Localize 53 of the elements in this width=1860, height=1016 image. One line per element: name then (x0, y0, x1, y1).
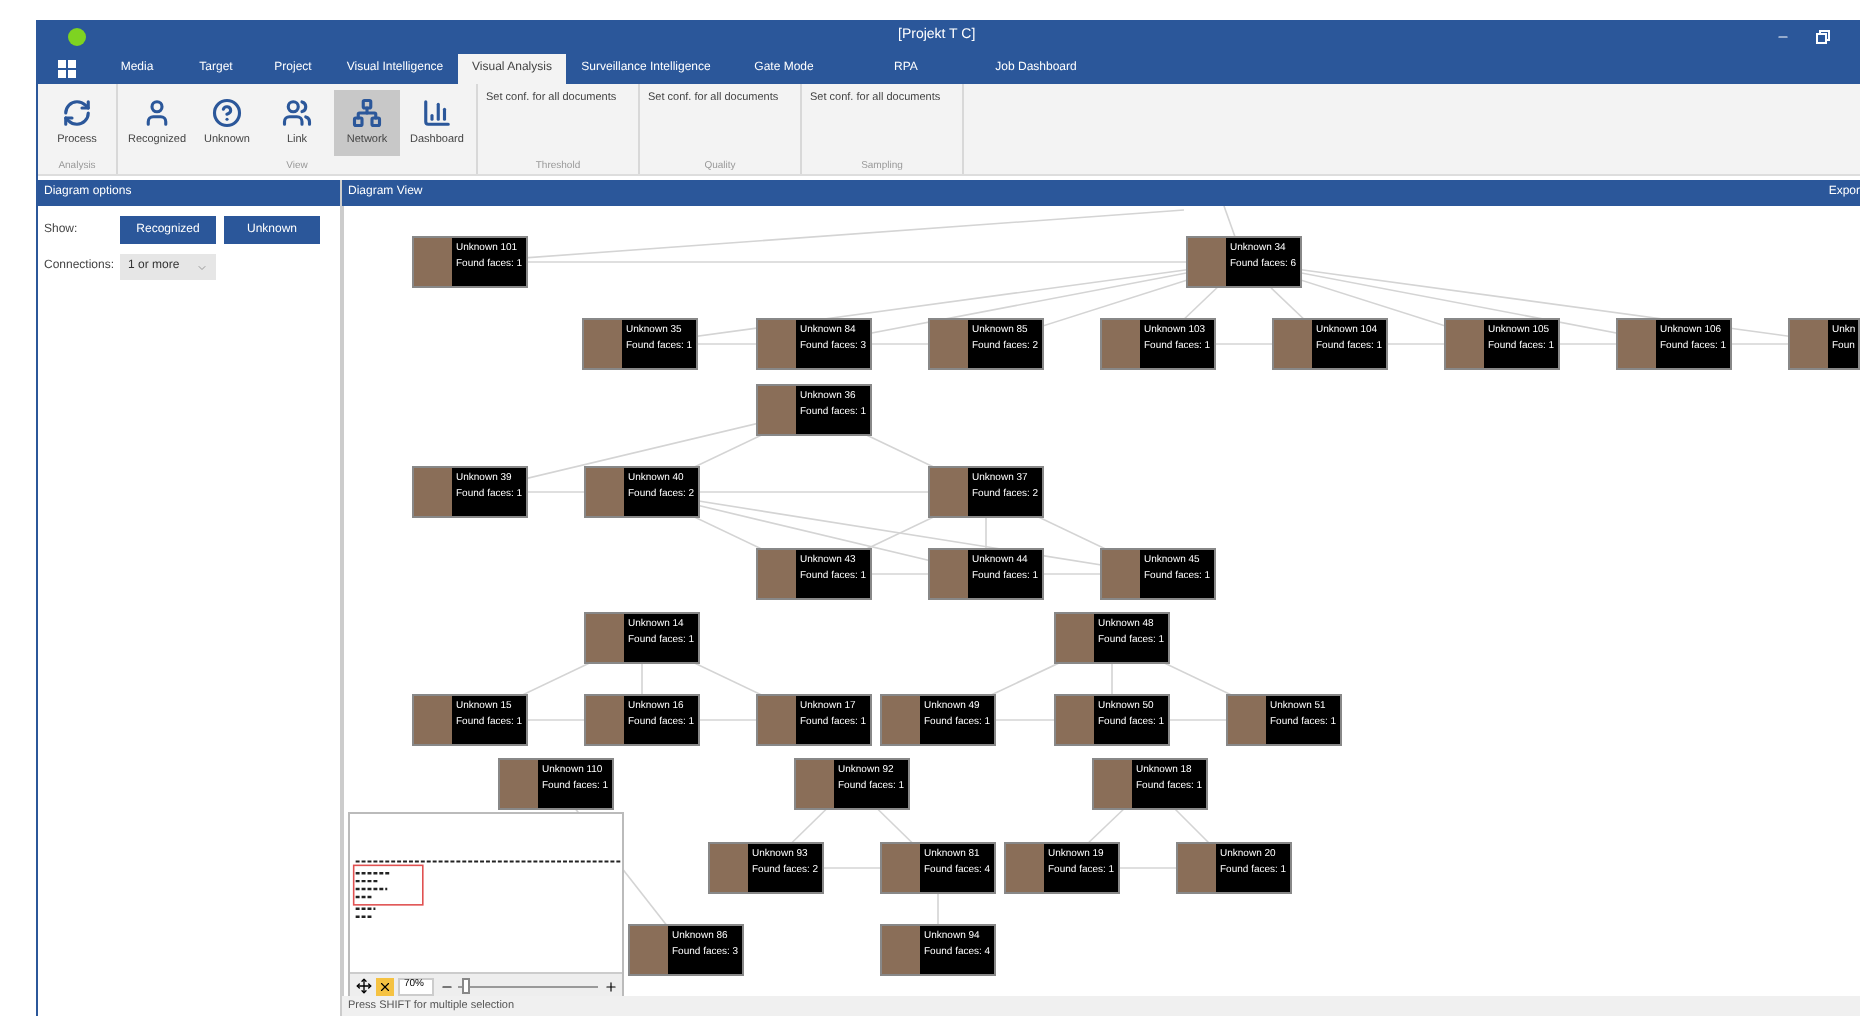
photo-placeholder (1056, 614, 1094, 662)
zoom-slider[interactable] (458, 977, 598, 995)
person-icon (142, 97, 172, 128)
network-icon (352, 97, 382, 128)
photo-placeholder (630, 926, 668, 974)
slider-thumb[interactable] (461, 978, 469, 994)
photo-placeholder (414, 468, 452, 516)
photo-placeholder (758, 386, 796, 434)
photo-placeholder (414, 696, 452, 744)
photo-placeholder (1790, 320, 1828, 368)
photo-placeholder (1102, 550, 1140, 598)
bar-chart-icon (422, 97, 452, 128)
reset-button[interactable] (376, 977, 394, 995)
photo-placeholder (1056, 696, 1094, 744)
minimize-icon (1776, 30, 1790, 44)
photo-placeholder (1178, 844, 1216, 892)
photo-placeholder (1446, 320, 1484, 368)
refresh-icon (62, 97, 92, 128)
photo-placeholder (796, 760, 834, 808)
pan-button[interactable] (354, 977, 372, 995)
photo-placeholder (758, 696, 796, 744)
photo-placeholder (882, 696, 920, 744)
caret-icon (196, 261, 208, 273)
move-icon (355, 978, 371, 994)
app-status-icon (68, 28, 86, 46)
photo-placeholder (930, 468, 968, 516)
close-icon (378, 979, 392, 993)
photo-placeholder (1618, 320, 1656, 368)
photo-placeholder (710, 844, 748, 892)
photo-placeholder (882, 926, 920, 974)
photo-placeholder (1102, 320, 1140, 368)
photo-placeholder (1274, 320, 1312, 368)
restore-icon (1816, 30, 1830, 44)
plus-icon (603, 979, 617, 993)
photo-placeholder (1006, 844, 1044, 892)
photo-placeholder (584, 320, 622, 368)
question-head-icon (212, 97, 242, 128)
photo-placeholder (586, 614, 624, 662)
photo-placeholder (500, 760, 538, 808)
photo-placeholder (414, 238, 452, 286)
photo-placeholder (882, 844, 920, 892)
photo-placeholder (586, 468, 624, 516)
grid-icon (58, 60, 76, 78)
photo-placeholder (930, 550, 968, 598)
people-icon (282, 97, 312, 128)
photo-placeholder (1228, 696, 1266, 744)
zoom-in-button[interactable] (602, 977, 618, 995)
photo-placeholder (930, 320, 968, 368)
photo-placeholder (1094, 760, 1132, 808)
photo-placeholder (758, 550, 796, 598)
photo-placeholder (758, 320, 796, 368)
photo-placeholder (1188, 238, 1226, 286)
photo-placeholder (586, 696, 624, 744)
